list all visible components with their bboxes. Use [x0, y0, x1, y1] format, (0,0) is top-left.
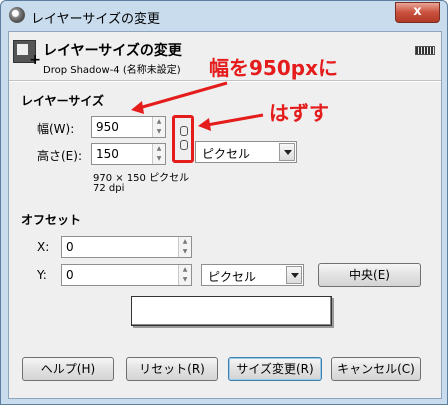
dialog-window: レイヤーサイズの変更 x + レイヤーサイズの変更 Drop Shadow-4 …: [0, 0, 448, 405]
arrowhead-width: [131, 101, 144, 114]
arrow-to-chain: [206, 113, 264, 127]
arrowhead-chain: [198, 118, 211, 131]
arrow-to-width-field: [138, 81, 228, 110]
annotation-arrows: [131, 81, 264, 131]
